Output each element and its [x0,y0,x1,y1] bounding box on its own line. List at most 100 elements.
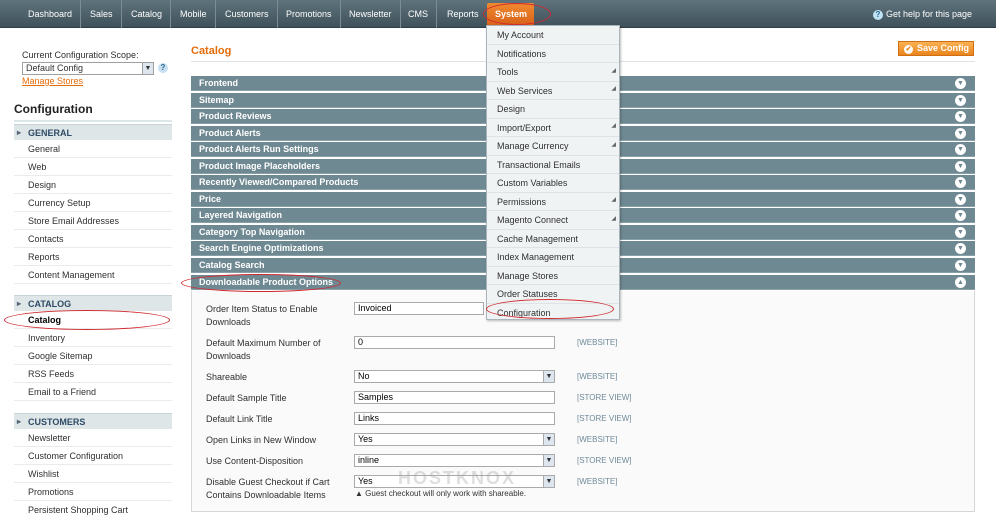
scope-label: [WEBSITE] [577,435,618,444]
sidebar-item-general[interactable]: General [14,140,172,158]
nav-mobile[interactable]: Mobile [172,0,216,28]
menu-item-tools[interactable]: Tools ◢ [487,63,619,82]
sidebar-item-customer-configuration[interactable]: Customer Configuration [14,447,172,465]
chevron-down-icon: ▼ [955,160,966,172]
nav-newsletter[interactable]: Newsletter [341,0,401,28]
menu-item-custom-variables[interactable]: Custom Variables [487,174,619,193]
menu-item-manage-stores[interactable]: Manage Stores [487,267,619,285]
menu-item-my-account[interactable]: My Account [487,26,619,45]
field-label: Disable Guest Checkout if Cart Contains … [206,477,330,500]
scope-label: [WEBSITE] [577,372,618,381]
menu-item-web-services[interactable]: Web Services ◢ [487,82,619,100]
menu-item-permissions[interactable]: Permissions ◢ [487,193,619,211]
sidebar-item-promotions[interactable]: Promotions [14,483,172,501]
sidebar-item-newsletter[interactable]: Newsletter [14,429,172,447]
menu-item-label: Transactional Emails [497,159,581,170]
sidebar-item-design[interactable]: Design [14,176,172,194]
sidebar-title: Configuration [14,102,172,122]
chevron-down-icon: ▼ [543,371,554,382]
sidebar-item-contacts[interactable]: Contacts [14,230,172,248]
field-label: Use Content-Disposition [206,456,304,466]
menu-item-label: My Account [497,30,544,40]
section-title: Product Image Placeholders [199,160,321,171]
menu-item-label: Magento Connect [497,215,569,225]
sidebar-group-customers: CUSTOMERS Newsletter Customer Configurat… [14,413,172,516]
field-label: Default Link Title [206,414,273,424]
nav-reports[interactable]: Reports [439,0,487,28]
menu-item-manage-currency[interactable]: Manage Currency ◢ [487,137,619,156]
nav-customers[interactable]: Customers [217,0,278,28]
sidebar-item-wishlist[interactable]: Wishlist [14,465,172,483]
chevron-down-icon: ▼ [142,63,153,74]
sidebar-item-persistent-shopping-cart[interactable]: Persistent Shopping Cart [14,501,172,516]
sidebar-item-reports[interactable]: Reports [14,248,172,266]
menu-item-label: Permissions [497,196,547,207]
chevron-down-icon: ▼ [955,127,966,139]
link-title-input[interactable]: Links [354,412,555,425]
section-title: Layered Navigation [199,210,283,220]
menu-item-label: Design [497,104,526,114]
menu-item-label: Tools [497,67,519,77]
menu-item-cache-management[interactable]: Cache Management [487,230,619,248]
section-title: Search Engine Optimizations [199,243,324,253]
menu-item-label: Web Services [497,85,553,96]
chevron-up-icon: ▲ [955,276,966,288]
chevron-down-icon: ▼ [543,434,554,445]
nav-dashboard[interactable]: Dashboard [20,0,82,28]
chevron-down-icon: ▼ [543,455,554,466]
menu-item-design[interactable]: Design [487,100,619,119]
section-title: Product Alerts Run Settings [199,144,319,154]
page-title: Catalog [191,45,232,57]
section-title: Frontend [199,78,238,88]
menu-item-index-management[interactable]: Index Management [487,248,619,267]
nav-catalog[interactable]: Catalog [123,0,172,28]
sidebar-item-store-email-addresses[interactable]: Store Email Addresses [14,212,172,230]
field-label: Default Sample Title [206,393,287,403]
section-title: Category Top Navigation [199,226,305,237]
sidebar-group-general: GENERAL General Web Design Currency Setu… [14,124,172,284]
section-title: Price [199,193,222,204]
sidebar-item-rss-feeds[interactable]: RSS Feeds [14,365,172,383]
sidebar-group-header[interactable]: GENERAL [14,124,172,141]
sidebar-item-inventory[interactable]: Inventory [14,329,172,347]
max-downloads-input[interactable]: 0 [354,336,555,349]
select-value: inline [358,455,380,465]
sidebar-item-google-sitemap[interactable]: Google Sitemap [14,347,172,365]
nav-promotions[interactable]: Promotions [278,0,341,28]
save-config-button[interactable]: ✔ Save Config [898,41,974,56]
sidebar-item-email-to-a-friend[interactable]: Email to a Friend [14,383,172,401]
field-label: Order Item Status to Enable Downloads [206,304,318,327]
select-value: No [358,371,370,381]
sample-title-input[interactable]: Samples [354,391,555,404]
menu-item-magento-connect[interactable]: Magento Connect ◢ [487,211,619,230]
open-links-select[interactable]: Yes ▼ [354,433,555,446]
sidebar-group-header[interactable]: CATALOG [14,295,172,312]
order-item-status-select[interactable]: Invoiced [354,302,484,315]
scope-select[interactable]: Default Config ▼ [22,62,154,75]
nav-cms[interactable]: CMS [400,0,437,28]
menu-item-transactional-emails[interactable]: Transactional Emails [487,156,619,174]
help-icon[interactable]: ? [158,63,168,73]
menu-item-notifications[interactable]: Notifications [487,45,619,63]
system-dropdown-menu: My Account Notifications Tools ◢ Web Serv… [486,25,620,322]
chevron-down-icon: ▼ [955,177,966,188]
submenu-arrow-icon: ◢ [611,123,616,129]
sidebar-item-content-management[interactable]: Content Management [14,266,172,284]
guest-checkout-note: ▲ Guest checkout will only work with sha… [355,489,527,498]
field-label: Shareable [206,372,248,382]
menu-item-label: Cache Management [497,233,579,244]
highlight-downloadable-oval [181,274,341,292]
help-icon: ? [872,10,883,20]
content-disposition-select[interactable]: inline ▼ [354,454,555,467]
sidebar-group-header[interactable]: CUSTOMERS [14,413,172,430]
shareable-select[interactable]: No ▼ [354,370,555,383]
help-link[interactable]: ? Get help for this page [872,0,972,28]
chevron-down-icon: ▼ [955,193,966,205]
manage-stores-link[interactable]: Manage Stores [22,76,83,86]
sidebar-item-web[interactable]: Web [14,158,172,176]
menu-item-import-export[interactable]: Import/Export ◢ [487,119,619,137]
chevron-down-icon: ▼ [955,226,966,238]
sidebar-item-currency-setup[interactable]: Currency Setup [14,194,172,212]
nav-sales[interactable]: Sales [82,0,122,28]
select-value: Invoiced [358,303,392,313]
